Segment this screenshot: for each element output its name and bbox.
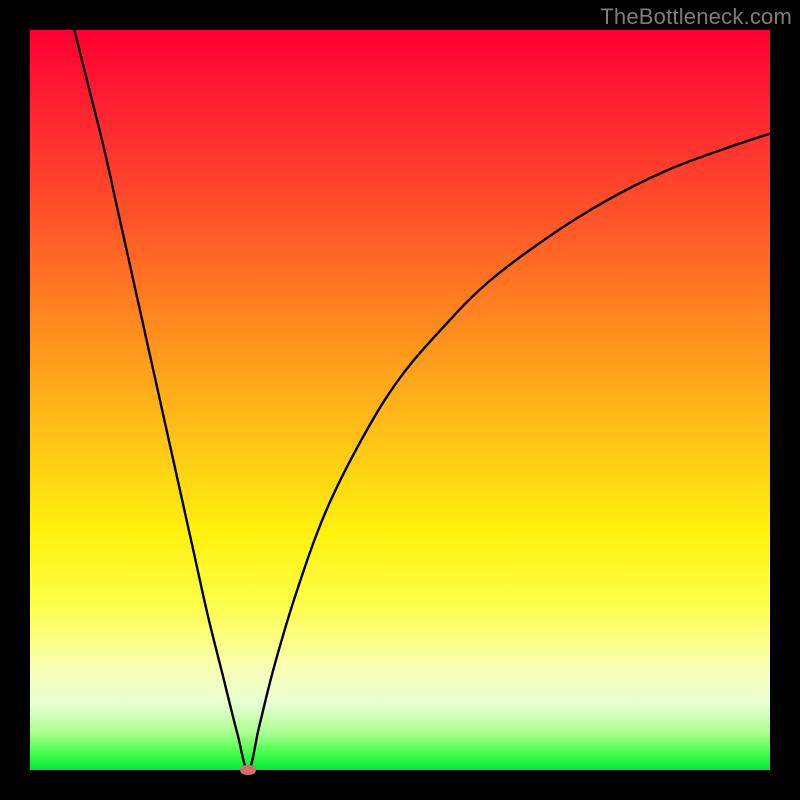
bottleneck-curve	[74, 30, 770, 770]
watermark-text: TheBottleneck.com	[600, 4, 792, 30]
chart-stage: TheBottleneck.com	[0, 0, 800, 800]
curve-svg	[30, 30, 770, 770]
plot-area	[30, 30, 770, 770]
minimum-marker	[240, 765, 256, 775]
